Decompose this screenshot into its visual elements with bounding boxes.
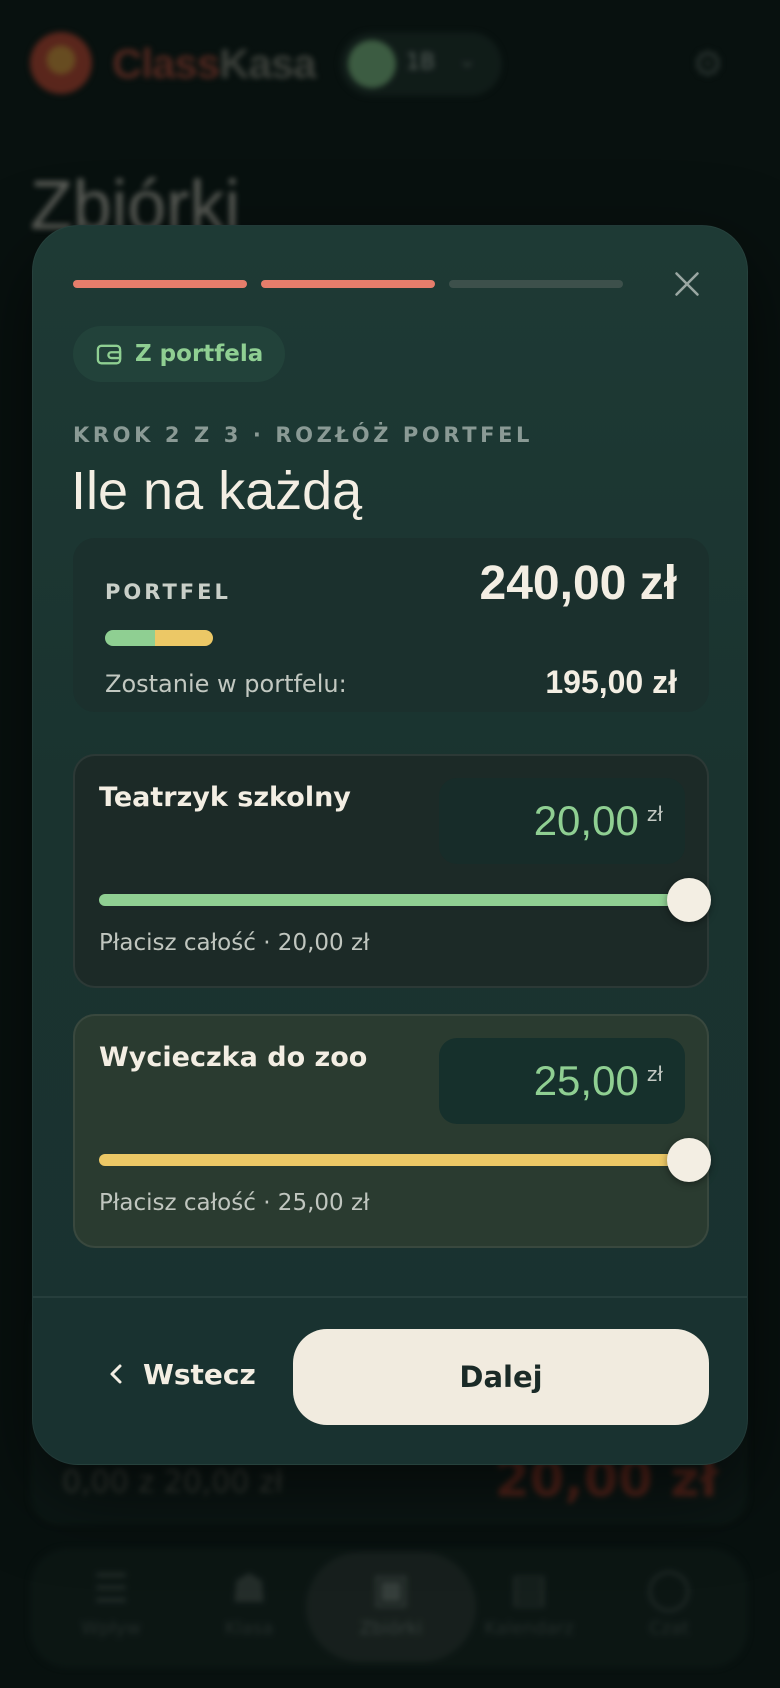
slider-fill	[99, 1154, 689, 1166]
allocation-note: Płacisz całość · 25,00 zł	[99, 1190, 370, 1216]
remain-value: 195,00 zł	[545, 664, 677, 700]
step-label: KROK 2 Z 3 · ROZŁÓŻ PORTFEL	[73, 423, 533, 447]
slider-fill	[99, 894, 689, 906]
step-progress-segment	[261, 280, 435, 288]
amount-slider[interactable]	[99, 1138, 711, 1182]
allocation-modal: Z portfela KROK 2 Z 3 · ROZŁÓŻ PORTFEL I…	[32, 225, 748, 1465]
amount-input[interactable]: 25,00 zł	[439, 1038, 685, 1124]
chevron-left-icon	[110, 1364, 122, 1384]
back-button[interactable]: Wstecz	[105, 1326, 256, 1422]
wallet-label: PORTFEL	[105, 580, 231, 604]
allocation-card: Teatrzyk szkolny 20,00 zł Płacisz całość…	[73, 754, 711, 988]
slider-thumb[interactable]	[667, 1138, 711, 1182]
amount-input[interactable]: 20,00 zł	[439, 778, 685, 864]
wallet-usage-segment	[155, 630, 213, 646]
wallet-usage-bar	[105, 630, 213, 646]
close-icon	[675, 272, 699, 296]
step-progress-segment	[73, 280, 247, 288]
amount-value: 25,00	[533, 1057, 639, 1104]
source-chip-label: Z portfela	[135, 341, 264, 367]
allocation-name: Wycieczka do zoo	[99, 1042, 368, 1073]
amount-value: 20,00	[533, 797, 639, 844]
step-progress-segment	[449, 280, 623, 288]
amount-currency: zł	[646, 1062, 663, 1086]
wallet-summary: PORTFEL 240,00 zł Zostanie w portfelu: 1…	[73, 538, 709, 712]
back-button-label: Wstecz	[143, 1357, 256, 1391]
slider-thumb[interactable]	[667, 878, 711, 922]
allocation-note: Płacisz całość · 20,00 zł	[99, 930, 370, 956]
next-button[interactable]: Dalej	[293, 1329, 709, 1425]
amount-currency: zł	[646, 802, 663, 826]
allocation-card: Wycieczka do zoo 25,00 zł Płacisz całość…	[73, 1014, 711, 1248]
remain-label: Zostanie w portfelu:	[105, 670, 347, 698]
allocation-name: Teatrzyk szkolny	[99, 782, 351, 813]
source-chip: Z portfela	[73, 326, 286, 382]
step-progress	[73, 280, 623, 288]
modal-title: Ile na każdą	[71, 461, 363, 521]
close-button[interactable]	[663, 260, 711, 308]
wallet-total: 240,00 zł	[479, 557, 677, 610]
amount-slider[interactable]	[99, 878, 711, 922]
footer-divider	[33, 1296, 747, 1298]
wallet-icon	[96, 344, 122, 365]
wallet-usage-segment	[105, 630, 155, 646]
